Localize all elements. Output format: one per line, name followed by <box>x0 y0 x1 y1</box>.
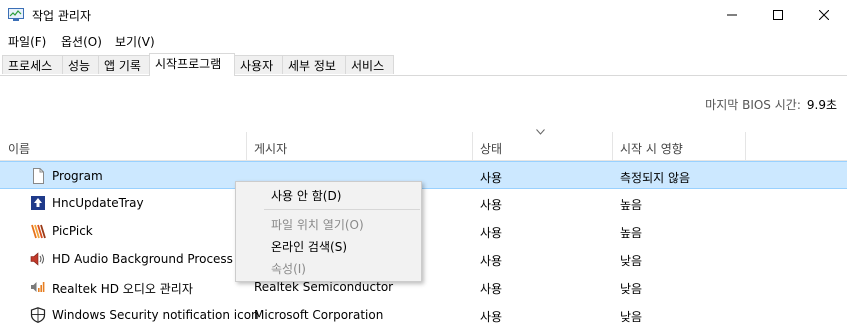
table-row[interactable]: Program 사용 측정되지 않음 <box>0 161 847 189</box>
row-status: 사용 <box>480 254 503 268</box>
tab-users[interactable]: 사용자 <box>234 55 283 74</box>
tab-startup[interactable]: 시작프로그램 <box>149 53 235 76</box>
minimize-button[interactable] <box>709 0 755 30</box>
row-name: HD Audio Background Process <box>52 252 233 266</box>
column-divider[interactable] <box>745 132 746 160</box>
context-menu: 사용 안 함(D) 파일 위치 열기(O) 온라인 검색(S) 속성(I) <box>235 181 422 282</box>
hnc-update-icon <box>31 196 45 210</box>
close-button[interactable] <box>801 0 847 30</box>
minimize-icon <box>727 14 737 16</box>
windows-security-shield-icon <box>30 307 46 323</box>
ctx-search-online[interactable]: 온라인 검색(S) <box>271 238 347 255</box>
column-divider[interactable] <box>612 132 613 160</box>
row-name: Realtek HD 오디오 관리자 <box>52 282 193 296</box>
blank-file-icon <box>33 168 44 184</box>
menu-file[interactable]: 파일(F) <box>8 33 46 50</box>
ctx-properties[interactable]: 속성(I) <box>271 260 306 277</box>
maximize-button[interactable] <box>755 0 801 30</box>
menu-bar: 파일(F) 옵션(O) 보기(V) <box>0 30 847 52</box>
row-status: 사용 <box>480 282 503 296</box>
window-title: 작업 관리자 <box>32 9 92 23</box>
row-name: HncUpdateTray <box>52 196 144 210</box>
row-status: 사용 <box>480 198 503 212</box>
title-bar: 작업 관리자 <box>0 0 847 30</box>
picpick-icon <box>31 224 46 239</box>
close-icon <box>819 10 829 20</box>
column-divider[interactable] <box>246 132 247 160</box>
menu-options[interactable]: 옵션(O) <box>61 33 102 50</box>
row-impact: 높음 <box>620 198 643 212</box>
task-manager-icon <box>8 8 24 21</box>
row-impact: 낮음 <box>620 310 643 324</box>
tab-performance[interactable]: 성능 <box>62 55 99 74</box>
tab-details[interactable]: 세부 정보 <box>282 55 346 74</box>
row-impact: 낮음 <box>620 254 643 268</box>
row-status: 사용 <box>480 310 503 324</box>
table-row[interactable]: HncUpdateTray 사용 높음 <box>0 189 847 217</box>
row-name: Program <box>52 169 103 183</box>
row-name: Windows Security notification icon <box>52 308 259 322</box>
row-publisher: Realtek Semiconductor <box>254 280 394 294</box>
tab-services[interactable]: 서비스 <box>345 55 394 74</box>
column-publisher[interactable]: 게시자 <box>254 140 287 157</box>
tab-processes[interactable]: 프로세스 <box>2 55 63 74</box>
column-status[interactable]: 상태 <box>480 140 502 157</box>
bios-time-value: 9.9초 <box>806 98 837 112</box>
row-status: 사용 <box>480 171 503 185</box>
column-header-row: 이름 게시자 상태 시작 시 영향 <box>0 132 847 161</box>
tab-app-history[interactable]: 앱 기록 <box>98 55 150 74</box>
speaker-icon <box>30 252 44 266</box>
row-impact: 측정되지 않음 <box>620 171 691 185</box>
menu-view[interactable]: 보기(V) <box>115 33 155 50</box>
column-impact[interactable]: 시작 시 영향 <box>620 140 683 157</box>
ctx-disable[interactable]: 사용 안 함(D) <box>271 187 341 204</box>
row-impact: 높음 <box>620 226 643 240</box>
column-divider[interactable] <box>472 132 473 160</box>
row-name: PicPick <box>52 224 93 238</box>
column-name[interactable]: 이름 <box>8 140 30 157</box>
maximize-icon <box>773 10 783 20</box>
table-row[interactable]: HD Audio Background Process 사용 낮음 <box>0 245 847 273</box>
tab-strip: 프로세스 성능 앱 기록 시작프로그램 사용자 세부 정보 서비스 <box>0 53 847 76</box>
bios-time: 마지막 BIOS 시간: 9.9초 <box>705 96 837 113</box>
bios-time-label: 마지막 BIOS 시간: <box>705 98 801 112</box>
realtek-audio-icon <box>31 282 45 292</box>
ctx-open-file-location[interactable]: 파일 위치 열기(O) <box>271 216 364 233</box>
row-status: 사용 <box>480 226 503 240</box>
row-publisher: Microsoft Corporation <box>254 308 384 322</box>
row-impact: 낮음 <box>620 282 643 296</box>
table-row[interactable]: PicPick 사용 높음 <box>0 217 847 245</box>
table-row[interactable]: Realtek HD 오디오 관리자 Realtek Semiconductor… <box>0 273 847 301</box>
table-row[interactable]: Windows Security notification icon Micro… <box>0 301 847 329</box>
ctx-separator <box>264 209 420 210</box>
